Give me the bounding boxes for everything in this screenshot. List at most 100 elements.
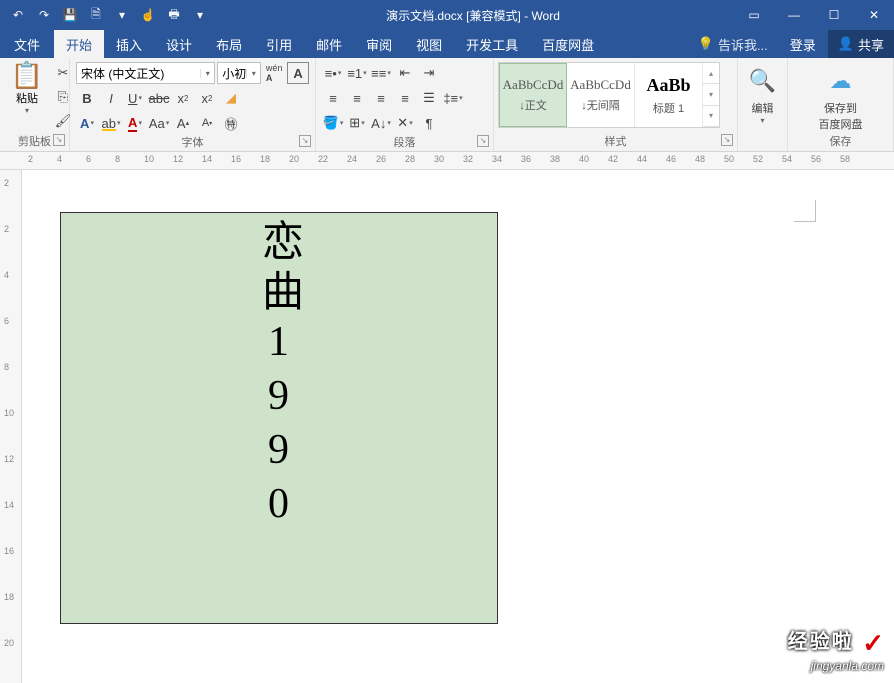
sort-button[interactable]: A↓ — [370, 112, 392, 134]
clipboard-group-label: 剪贴板 ↘ — [0, 133, 69, 151]
watermark-url: jingyanla.com — [788, 659, 884, 673]
change-case-button[interactable]: Aa — [148, 112, 170, 134]
clear-formatting-button[interactable]: ◢ — [220, 87, 242, 109]
tab-file[interactable]: 文件 — [0, 30, 54, 58]
group-editing: 🔍 编辑 ▾ — [738, 58, 788, 151]
styles-dialog-launcher[interactable]: ↘ — [721, 134, 733, 146]
save-group-label: 保存 — [788, 133, 893, 151]
multilevel-list-button[interactable]: ≡≡ — [370, 62, 392, 84]
clipboard-dialog-launcher[interactable]: ↘ — [53, 134, 65, 146]
tab-review[interactable]: 审阅 — [354, 30, 404, 58]
increase-indent-button[interactable]: ⇥ — [418, 62, 440, 84]
align-center-button[interactable]: ≡ — [346, 87, 368, 109]
style-name: 标题 1 — [653, 100, 684, 116]
tab-references[interactable]: 引用 — [254, 30, 304, 58]
character-border-button[interactable]: A — [287, 62, 309, 84]
bulb-icon: 💡 — [698, 36, 714, 52]
maximize-button[interactable]: ☐ — [814, 0, 854, 30]
horizontal-ruler[interactable]: 2468101214161820222426283032343638404244… — [0, 152, 894, 170]
tab-design[interactable]: 设计 — [154, 30, 204, 58]
font-name-combo[interactable]: 宋体 (中文正文) ▾ — [76, 62, 215, 84]
tab-insert[interactable]: 插入 — [104, 30, 154, 58]
sign-in-button[interactable]: 登录 — [778, 30, 828, 58]
styles-gallery[interactable]: AaBbCcDd ↓正文 AaBbCcDd ↓无间隔 AaBb 标题 1 ▴▾▾ — [498, 62, 720, 128]
tab-developer[interactable]: 开发工具 — [454, 30, 530, 58]
numbering-button[interactable]: ≡1 — [346, 62, 368, 84]
search-icon: 🔍 — [749, 68, 776, 94]
distributed-button[interactable]: ☰ — [418, 87, 440, 109]
style-no-spacing[interactable]: AaBbCcDd ↓无间隔 — [567, 63, 635, 127]
font-dialog-launcher[interactable]: ↘ — [299, 135, 311, 147]
superscript-button[interactable]: x2 — [196, 87, 218, 109]
tab-home[interactable]: 开始 — [54, 30, 104, 58]
text-effects-button[interactable]: A — [76, 112, 98, 134]
shrink-font-button[interactable]: A▾ — [196, 112, 218, 134]
share-button[interactable]: 👤 共享 — [828, 30, 894, 58]
minimize-button[interactable]: — — [774, 0, 814, 30]
phonetic-guide-button[interactable]: wénA — [263, 62, 285, 84]
save-to-baidu-button[interactable]: ☁ 保存到 百度网盘 — [811, 62, 871, 132]
align-right-button[interactable]: ≡ — [370, 87, 392, 109]
style-heading-1[interactable]: AaBb 标题 1 — [635, 63, 703, 127]
grow-font-button[interactable]: A▴ — [172, 112, 194, 134]
tell-me[interactable]: 💡 告诉我... — [688, 30, 778, 58]
text-box[interactable]: 恋曲1990 — [60, 212, 498, 624]
font-size-combo[interactable]: 小初 ▾ — [217, 62, 261, 84]
vertical-ruler[interactable]: 22468101214161820 — [0, 170, 22, 683]
bold-button[interactable]: B — [76, 87, 98, 109]
touch-mode-button[interactable]: ☝ — [136, 3, 160, 27]
qat-customize-button[interactable]: ▾ — [188, 3, 212, 27]
styles-more[interactable]: ▴▾▾ — [703, 63, 719, 127]
workspace: L 24681012141618202224262830323436384042… — [0, 152, 894, 683]
person-icon: 👤 — [838, 36, 854, 52]
textbox-content: 恋曲1990 — [249, 219, 310, 623]
borders-button[interactable]: ⊞ — [346, 112, 368, 134]
ribbon-options-button[interactable]: ▭ — [734, 0, 774, 30]
style-preview: AaBbCcDd — [503, 77, 564, 93]
strikethrough-button[interactable]: abc — [148, 87, 170, 109]
qat-more-button[interactable]: ▾ — [110, 3, 134, 27]
line-spacing-button[interactable]: ‡≡ — [442, 87, 464, 109]
align-left-button[interactable]: ≡ — [322, 87, 344, 109]
tab-baidu[interactable]: 百度网盘 — [530, 30, 606, 58]
find-button[interactable]: 🔍 编辑 ▾ — [744, 62, 781, 125]
paragraph-dialog-launcher[interactable]: ↘ — [477, 135, 489, 147]
highlight-button[interactable]: ab — [100, 112, 122, 134]
paste-label: 粘贴 — [6, 90, 48, 106]
justify-button[interactable]: ≡ — [394, 87, 416, 109]
quick-access-toolbar: ↶ ↷ 💾 🗎 ▾ ☝ 🖶 ▾ — [0, 3, 212, 27]
quick-print-button[interactable]: 🖶 — [162, 3, 186, 27]
save-button[interactable]: 💾 — [58, 3, 82, 27]
redo-button[interactable]: ↷ — [32, 3, 56, 27]
styles-group-label: 样式 ↘ — [494, 133, 737, 151]
enclose-characters-button[interactable]: ㊕ — [220, 112, 242, 134]
italic-button[interactable]: I — [100, 87, 122, 109]
window-title: 演示文档.docx [兼容模式] - Word — [212, 7, 734, 24]
shading-button[interactable]: 🪣 — [322, 112, 344, 134]
clipboard-icon: 📋 — [6, 62, 48, 88]
paragraph-group-label: 段落 ↘ — [316, 134, 493, 151]
close-button[interactable]: ✕ — [854, 0, 894, 30]
editing-group-label — [738, 133, 787, 151]
font-color-button[interactable]: A — [124, 112, 146, 134]
chevron-down-icon: ▾ — [200, 69, 214, 78]
subscript-button[interactable]: x2 — [172, 87, 194, 109]
ribbon-tabs: 文件 开始 插入 设计 布局 引用 邮件 审阅 视图 开发工具 百度网盘 💡 告… — [0, 30, 894, 58]
document-area[interactable]: 恋曲1990 — [22, 170, 894, 683]
font-name-value: 宋体 (中文正文) — [77, 65, 200, 82]
paste-button[interactable]: 📋 粘贴 ▾ — [6, 62, 48, 115]
show-marks-button[interactable]: ¶ — [418, 112, 440, 134]
bullets-button[interactable]: ≡• — [322, 62, 344, 84]
tab-view[interactable]: 视图 — [404, 30, 454, 58]
tab-mailings[interactable]: 邮件 — [304, 30, 354, 58]
asian-layout-button[interactable]: ✕ — [394, 112, 416, 134]
style-normal[interactable]: AaBbCcDd ↓正文 — [499, 63, 567, 127]
underline-button[interactable]: U — [124, 87, 146, 109]
tab-layout[interactable]: 布局 — [204, 30, 254, 58]
undo-button[interactable]: ↶ — [6, 3, 30, 27]
decrease-indent-button[interactable]: ⇤ — [394, 62, 416, 84]
new-doc-button[interactable]: 🗎 — [84, 3, 108, 27]
style-preview: AaBbCcDd — [570, 77, 631, 93]
save-baidu-line2: 百度网盘 — [819, 116, 863, 132]
group-font: 宋体 (中文正文) ▾ 小初 ▾ wénA A B I U abc x2 x2 … — [70, 58, 316, 151]
